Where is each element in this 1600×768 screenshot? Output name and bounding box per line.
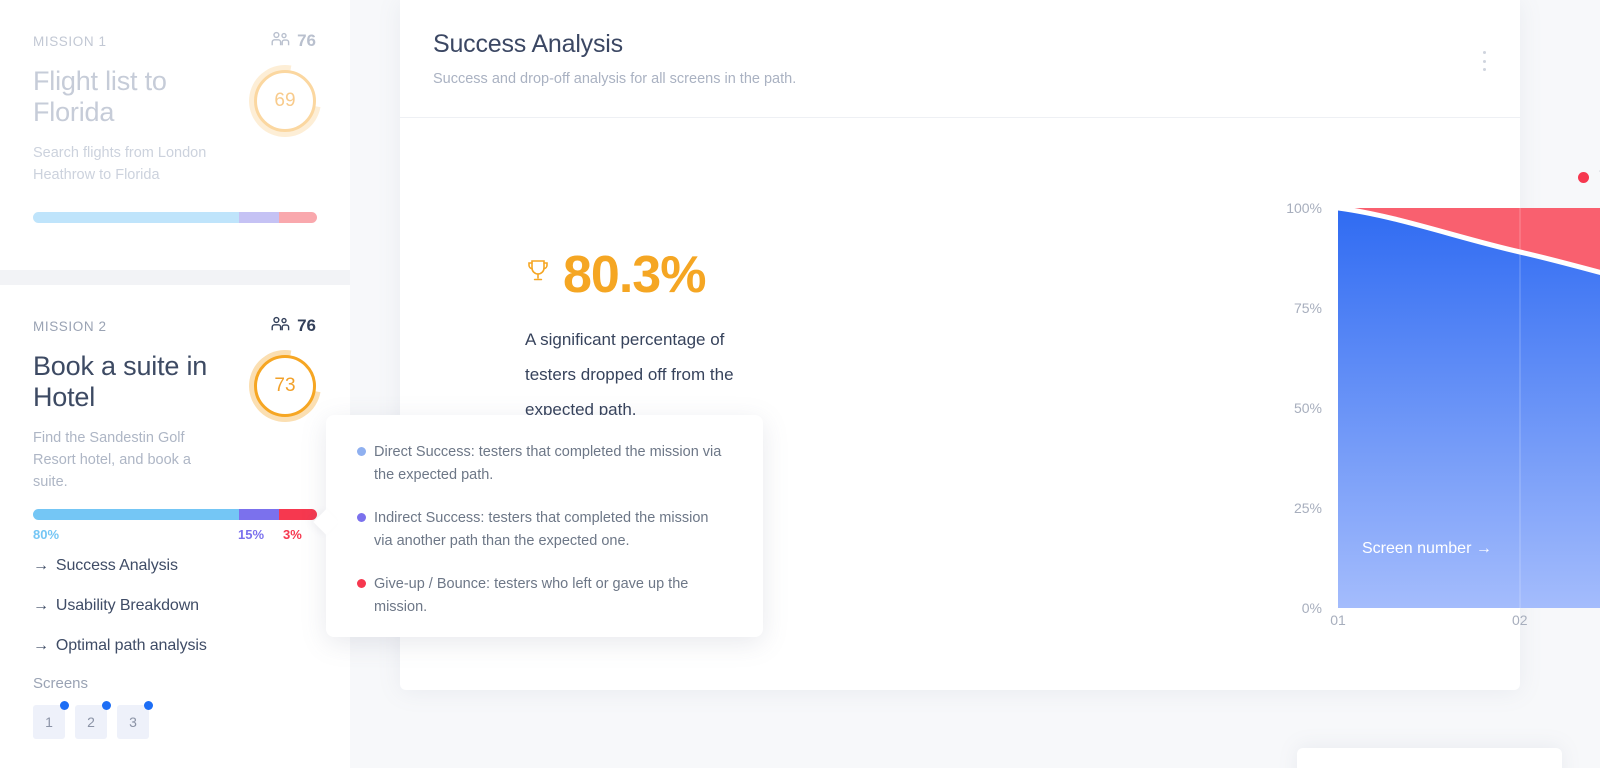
mission-description: Search flights from London Heathrow to F… — [33, 145, 207, 184]
mission-header: MISSION 1 76 — [33, 30, 316, 52]
y-axis-tick: 0% — [1301, 600, 1322, 616]
mission-label: MISSION 2 — [33, 318, 107, 334]
tooltip-item-text: Indirect Success: testers that completed… — [374, 509, 709, 550]
people-group-icon — [270, 316, 290, 337]
chart: Testers Dropped Testers in flow 100% 75%… — [1250, 150, 1600, 650]
screen-thumbnail-3[interactable]: 3 — [117, 701, 153, 739]
dot-indicator-icon — [60, 701, 69, 710]
y-axis-tick: 50% — [1293, 400, 1322, 416]
people-group-icon — [270, 31, 290, 52]
mission-title: Flight list to Florida — [33, 66, 167, 128]
y-axis-tick: 75% — [1293, 300, 1322, 316]
nav-link-label: Usability Breakdown — [55, 597, 199, 614]
nav-link-label: Success Analysis — [55, 557, 178, 574]
mission-description: Find the Sandestin Golf Resort hotel, an… — [33, 430, 191, 491]
progress-segment-direct — [33, 212, 239, 223]
progress-labels: 80% 15% 3% — [33, 527, 317, 543]
stat-value: 80.3% — [563, 246, 706, 304]
testers-count: 76 — [270, 31, 316, 52]
score-value: 73 — [254, 355, 316, 417]
dot-indicator-icon — [144, 701, 153, 710]
mission-progress-bar — [33, 509, 317, 520]
tooltip-item-give-up-bounce: Give-up / Bounce: testers who left or ga… — [357, 573, 729, 620]
nav-link-usability-breakdown[interactable]: → Usability Breakdown — [33, 597, 207, 615]
arrow-right-icon: → — [33, 597, 49, 614]
mission-card-1[interactable]: MISSION 1 76 Flight list to Florida Sear… — [0, 0, 350, 270]
screen-thumbnail-label: 1 — [45, 714, 53, 730]
nav-link-label: Optimal path analysis — [55, 637, 207, 654]
sidebar: MISSION 1 76 Flight list to Florida Sear… — [0, 0, 350, 768]
nav-links: → Success Analysis → Usability Breakdown →… — [33, 557, 207, 677]
kebab-menu-icon[interactable] — [1474, 48, 1494, 74]
legend-color-swatch — [1578, 172, 1590, 183]
plot: 100% 75% 50% 25% 0% Screen number → 01 0… — [1250, 200, 1600, 658]
screens-label: Screens — [33, 675, 89, 692]
background-card-peek — [1297, 748, 1562, 768]
legend-tooltip: Direct Success: testers that completed t… — [326, 415, 763, 637]
tooltip-item-text: Give-up / Bounce: testers who left or ga… — [374, 575, 689, 616]
y-axis-tick: 100% — [1286, 200, 1322, 216]
x-axis: 01 02 03 04 — [1330, 612, 1600, 636]
legend-item-testers-dropped[interactable]: Testers Dropped — [1578, 168, 1600, 187]
progress-label-bounce: 3% — [283, 527, 302, 542]
panel-divider — [400, 117, 1520, 118]
mission-title: Book a suite in Hotel — [33, 351, 208, 413]
mission-card-2[interactable]: MISSION 2 76 Book a suite in Hotel Find … — [0, 285, 350, 768]
page-subtitle: Success and drop-off analysis for all sc… — [433, 71, 797, 87]
stat-block: 80.3% A significant percentage of tester… — [525, 245, 795, 428]
arrow-right-icon: → — [33, 557, 49, 574]
screen-thumbnail-2[interactable]: 2 — [75, 701, 111, 739]
y-axis: 100% 75% 50% 25% 0% — [1250, 200, 1332, 616]
score-value: 69 — [254, 70, 316, 132]
chart-legend: Testers Dropped Testers in flow — [1578, 168, 1600, 187]
x-axis-tick: 01 — [1330, 612, 1346, 628]
nav-link-success-analysis[interactable]: → Success Analysis — [33, 557, 207, 575]
screens-row: 1 2 3 — [33, 701, 153, 739]
progress-segment-indirect — [238, 212, 279, 223]
trophy-icon — [525, 258, 551, 293]
screen-thumbnail-1[interactable]: 1 — [33, 701, 69, 739]
tooltip-item-indirect-success: Indirect Success: testers that completed… — [357, 507, 729, 554]
tooltip-item-direct-success: Direct Success: testers that completed t… — [357, 441, 729, 488]
y-axis-tick: 25% — [1293, 500, 1322, 516]
tooltip-item-text: Direct Success: testers that completed t… — [374, 444, 722, 484]
mission-score-donut: 73 — [234, 335, 336, 437]
bullet-icon — [357, 578, 366, 588]
progress-segment-indirect — [238, 509, 279, 520]
progress-segment-bounce — [278, 212, 317, 223]
panel-header: Success Analysis Success and drop-off an… — [400, 0, 1520, 118]
mission-score-donut: 69 — [234, 50, 336, 152]
stat-description: A significant percentage of testers drop… — [525, 330, 734, 419]
mission-label: MISSION 1 — [33, 33, 107, 49]
testers-number: 76 — [297, 31, 316, 50]
mission-header: MISSION 2 76 — [33, 315, 316, 337]
app-root: MISSION 1 76 Flight list to Florida Sear… — [0, 0, 1600, 768]
nav-link-optimal-path-analysis[interactable]: → Optimal path analysis — [33, 637, 207, 655]
stat-row: 80.3% — [525, 245, 795, 305]
screen-thumbnail-label: 3 — [129, 714, 137, 730]
arrow-right-icon: → — [33, 637, 49, 654]
mission-body: Flight list to Florida Search flights fr… — [33, 50, 336, 186]
progress-label-indirect: 15% — [238, 527, 265, 542]
mission-body: Book a suite in Hotel Find the Sandestin… — [33, 335, 336, 493]
mission-progress-bar — [33, 212, 317, 223]
kebab-dot — [1482, 68, 1486, 71]
x-axis-tick: 02 — [1512, 612, 1528, 628]
progress-segment-bounce — [278, 509, 317, 520]
progress-label-direct: 80% — [33, 527, 60, 542]
bullet-icon — [357, 512, 366, 522]
testers-number: 76 — [297, 316, 316, 335]
testers-count: 76 — [270, 316, 316, 337]
x-axis-title: Screen number → — [1362, 540, 1492, 557]
bullet-icon — [357, 447, 366, 456]
page-title: Success Analysis — [433, 30, 623, 58]
screen-thumbnail-label: 2 — [87, 714, 95, 730]
progress-segment-direct — [33, 509, 239, 520]
kebab-dot — [1482, 59, 1486, 63]
kebab-dot — [1482, 51, 1486, 54]
dot-indicator-icon — [102, 701, 111, 710]
